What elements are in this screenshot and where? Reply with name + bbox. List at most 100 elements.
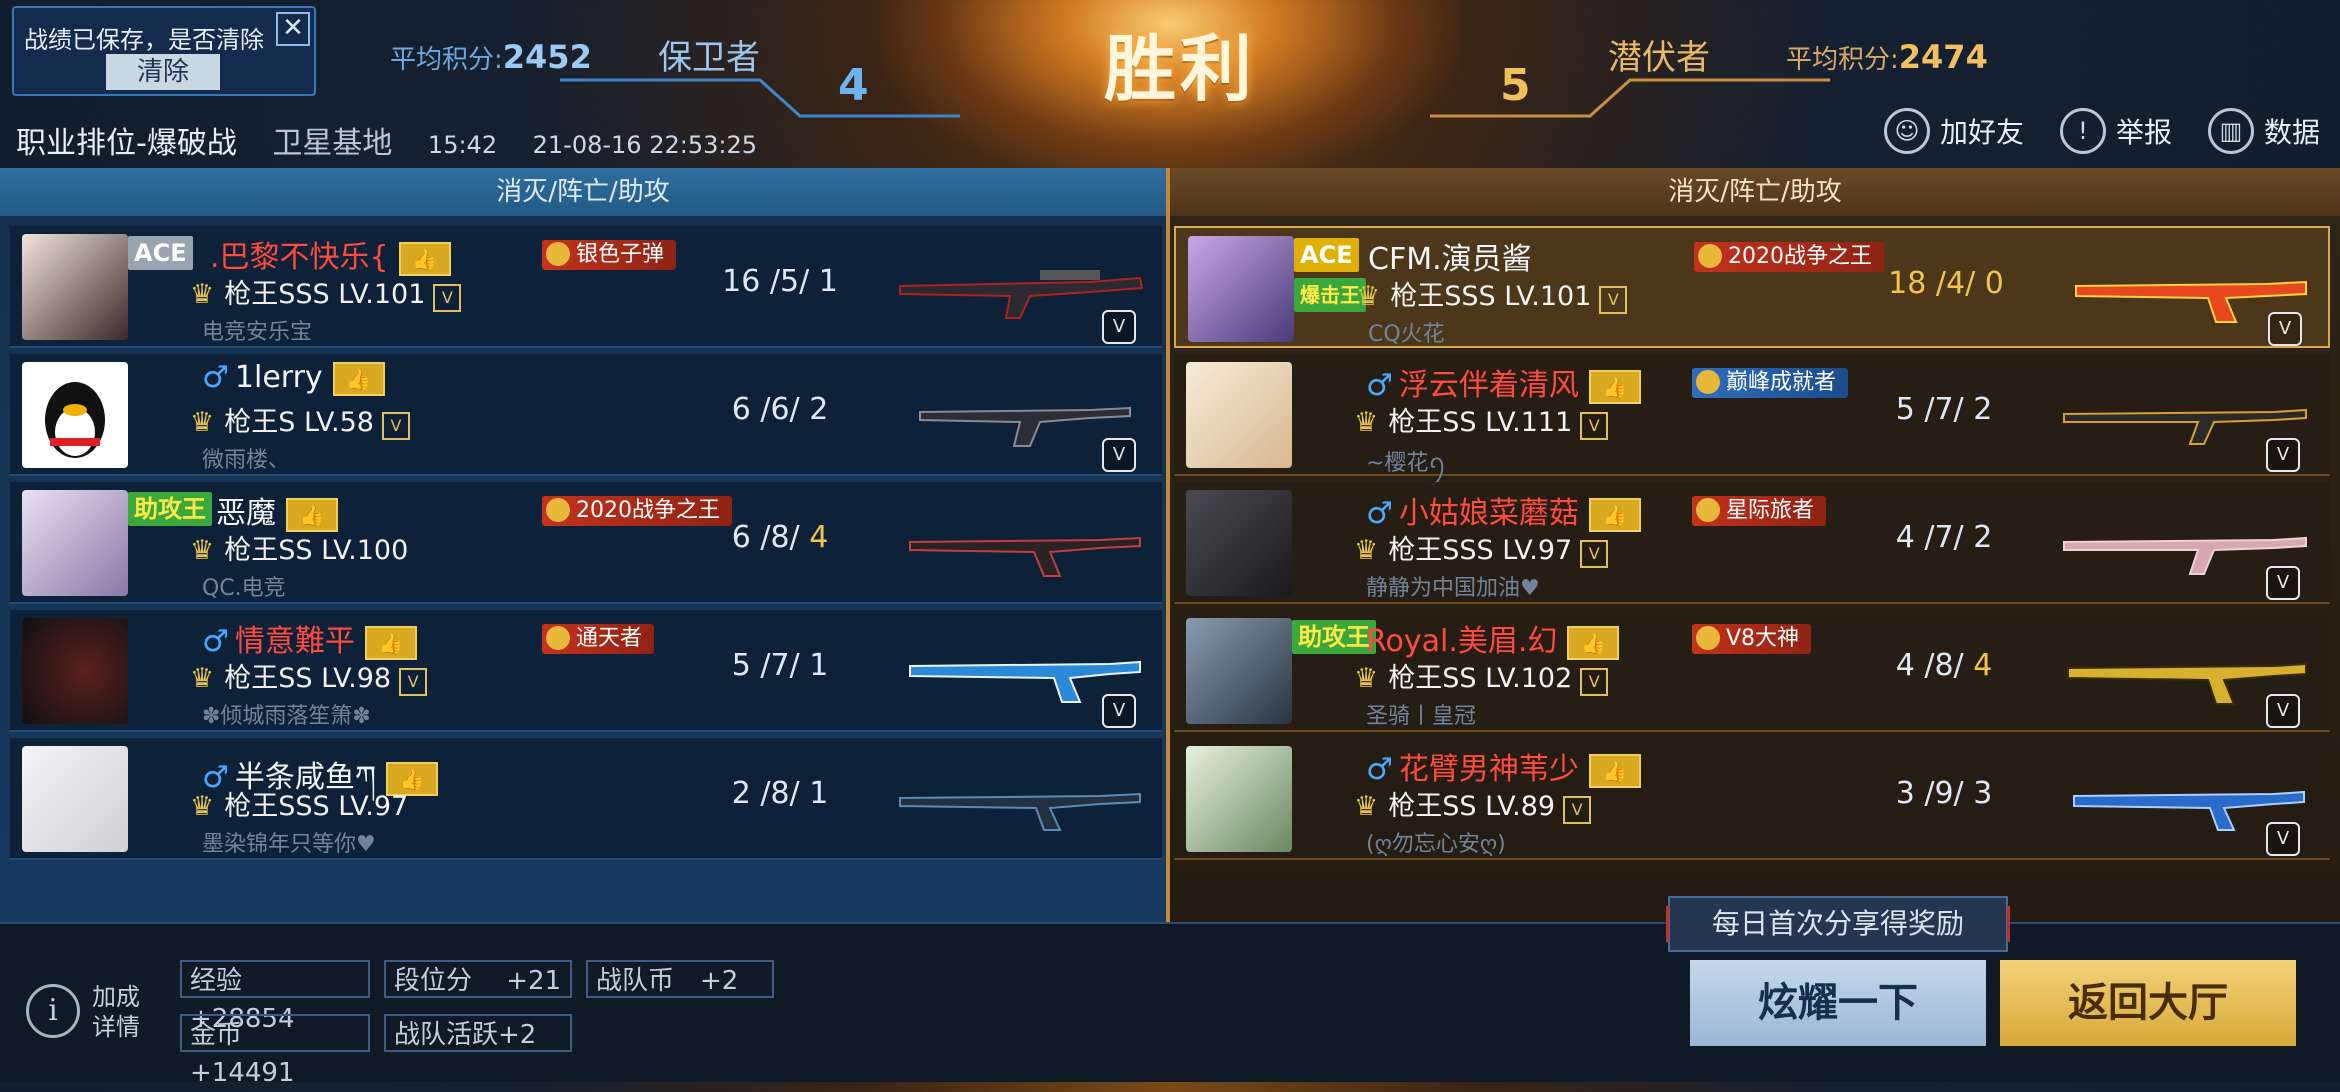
player-name: ♂ 1lerry 👍 <box>202 360 385 396</box>
weapon-v-icon: V <box>2266 822 2300 856</box>
like-icon[interactable]: 👍 <box>1588 497 1641 532</box>
title-icon <box>546 626 570 650</box>
player-name: Royal.美眉.幻 👍 <box>1366 616 1620 660</box>
clear-button[interactable]: 清除 <box>106 54 220 90</box>
player-name: 恶魔 👍 <box>216 488 338 532</box>
avatar[interactable] <box>1188 236 1294 342</box>
match-duration: 15:42 <box>427 131 498 159</box>
avatar[interactable] <box>1186 618 1292 724</box>
right-team-name: 潜伏者 <box>1608 38 1710 78</box>
player-row[interactable]: ♂ 小姑娘菜蘑菇 👍 ♛ 枪王SSS LV.97 V 静静为中国加油♥ 星际旅者 4 /… <box>1174 482 2330 604</box>
player-row[interactable]: 助攻王 Royal.美眉.幻 👍 ♛ 枪王SS LV.102 V 圣骑丨皇冠 V8大神… <box>1174 610 2330 732</box>
report-button[interactable]: ! 举报 <box>2059 108 2172 154</box>
player-rank: ♛ 枪王SS LV.100 <box>190 535 409 566</box>
weapon-image <box>890 768 1150 838</box>
left-team-name: 保卫者 <box>658 38 760 78</box>
avatar[interactable] <box>1186 490 1292 596</box>
weapon-image: V <box>2054 384 2314 472</box>
share-button[interactable]: 炫耀一下 <box>1690 960 1986 1046</box>
vip-icon: V <box>1580 412 1609 440</box>
like-icon[interactable]: 👍 <box>364 625 417 660</box>
team-activity-reward: 战队活跃+2 <box>384 1014 572 1052</box>
player-row[interactable]: ACE 爆击王 CFM.演员酱 ♛ 枪王SSS LV.101 V CQ火花 2020… <box>1174 226 2330 348</box>
exp-reward: 经验 +28854 <box>180 960 370 1034</box>
avatar[interactable] <box>22 618 128 724</box>
avatar[interactable] <box>22 490 128 596</box>
player-row[interactable]: ♂ 情意難平 👍 ♛ 枪王SS LV.98 V ✽倾城雨落笙箫✽ 通天者 5 /7/ 1… <box>10 610 1162 732</box>
kda-stats: 16 /5/ 1 <box>722 264 838 299</box>
vip-icon: V <box>1580 540 1609 568</box>
player-row[interactable]: ACE .巴黎不快乐{👍 ♛ 枪王SSS LV.101 V 电竞安乐宝 银色子弹 1… <box>10 226 1162 348</box>
match-info: 职业排位-爆破战 卫星基地 15:42 21-08-16 22:53:25 <box>16 118 783 162</box>
male-icon: ♂ <box>202 360 229 395</box>
player-name: ♂ 小姑娘菜蘑菇 👍 <box>1366 488 1641 532</box>
title-badge: V8大神 <box>1692 624 1812 654</box>
weapon-image: V <box>890 256 1150 344</box>
right-column-header: 消灭/阵亡/助攻 <box>1170 168 2340 216</box>
bonus-details-label[interactable]: 加成详情 <box>92 982 152 1042</box>
notice-message: 战绩已保存，是否清除 <box>24 26 264 54</box>
player-rank: ♛ 枪王SS LV.98 V <box>190 656 428 696</box>
player-rank: ♛ 枪王SS LV.89 V <box>1354 784 1592 824</box>
avatar[interactable] <box>1186 362 1292 468</box>
like-icon[interactable]: 👍 <box>398 241 451 276</box>
like-icon[interactable]: 👍 <box>286 497 338 532</box>
weapon-v-icon: V <box>1102 310 1136 344</box>
avatar[interactable] <box>1186 746 1292 852</box>
player-row[interactable]: ♂ 1lerry 👍 ♛ 枪王S LV.58 V 微雨楼、 6 /6/ 2 V <box>10 354 1162 476</box>
like-icon[interactable]: 👍 <box>332 361 385 396</box>
kda-stats: 5 /7/ 2 <box>1895 392 1993 427</box>
weapon-image: V <box>2054 512 2314 600</box>
player-row[interactable]: 助攻王 恶魔 👍 ♛ 枪王SS LV.100 QC.电竞 2020战争之王 6 /8… <box>10 482 1162 604</box>
weapon-v-icon: V <box>2266 566 2300 600</box>
vip-icon: V <box>1563 796 1592 824</box>
avatar[interactable] <box>22 362 128 468</box>
add-friend-icon: ☺ <box>1883 108 1930 154</box>
kda-stats: 2 /8/ 1 <box>731 776 829 811</box>
player-name: .巴黎不快乐{👍 <box>210 232 451 276</box>
title-icon <box>1696 498 1720 522</box>
weapon-image: V <box>2054 640 2314 728</box>
add-friend-button[interactable]: ☺ 加好友 <box>1883 108 2024 154</box>
title-badge: 2020战争之王 <box>542 496 732 526</box>
player-clan: 墨染锦年只等你♥ <box>202 832 376 857</box>
save-notice: 战绩已保存，是否清除 ✕ 清除 <box>12 6 316 96</box>
player-row[interactable]: ♂ 花臂男神苇少 👍 ♛ 枪王SS LV.89 V (ღ勿忘心安ღ) 3 /9/ 3 V <box>1174 738 2330 860</box>
title-badge: 星际旅者 <box>1692 496 1827 526</box>
match-map: 卫星基地 <box>272 126 393 161</box>
avatar[interactable] <box>22 746 128 852</box>
male-icon: ♂ <box>1366 368 1393 403</box>
player-rank: ♛ 枪王SSS LV.101 V <box>190 272 462 312</box>
like-icon[interactable]: 👍 <box>1567 625 1620 660</box>
title-icon <box>546 242 570 266</box>
vip-icon: V <box>1599 286 1628 314</box>
assist-king-badge: 助攻王 <box>128 492 212 526</box>
player-rank: ♛ 枪王SSS LV.97 V <box>1354 528 1609 568</box>
weapon-v-icon: V <box>2266 438 2300 472</box>
player-row[interactable]: ♂ 半条咸鱼ཀ 👍 ♛ 枪王SSS LV.97 墨染锦年只等你♥ 2 /8/ 1 <box>10 738 1162 860</box>
player-row[interactable]: ♂ 浮云伴着清风 👍 ♛ 枪王SS LV.111 V ~樱花ꪆ 巅峰成就者 5 /7/ … <box>1174 354 2330 476</box>
weapon-image: V <box>2056 258 2316 346</box>
kda-stats: 18 /4/ 0 <box>1888 266 2004 301</box>
like-icon[interactable]: 👍 <box>1588 369 1641 404</box>
avatar[interactable] <box>22 234 128 340</box>
weapon-v-icon: V <box>1102 438 1136 472</box>
info-icon[interactable]: i <box>26 984 80 1038</box>
stats-button[interactable]: ▥ 数据 <box>2207 108 2320 154</box>
left-column-header: 消灭/阵亡/助攻 <box>0 168 1166 216</box>
right-avg-score: 平均积分:2474 <box>1786 38 1988 76</box>
close-icon[interactable]: ✕ <box>276 12 310 46</box>
player-clan: ✽倾城雨落笙箫✽ <box>202 704 371 729</box>
kda-stats: 5 /7/ 1 <box>731 648 829 683</box>
assist-king-badge: 助攻王 <box>1292 620 1376 654</box>
player-clan: 静静为中国加油♥ <box>1366 576 1540 601</box>
player-clan: 微雨楼、 <box>202 448 291 473</box>
vip-icon: V <box>1580 668 1609 696</box>
player-rank: ♛ 枪王SS LV.111 V <box>1354 400 1609 440</box>
weapon-image: V <box>890 640 1150 728</box>
player-clan: 圣骑丨皇冠 <box>1366 704 1477 729</box>
like-icon[interactable]: 👍 <box>1588 753 1641 788</box>
warning-icon: ! <box>2059 108 2106 154</box>
return-lobby-button[interactable]: 返回大厅 <box>2000 960 2296 1046</box>
title-badge: 巅峰成就者 <box>1692 368 1849 398</box>
